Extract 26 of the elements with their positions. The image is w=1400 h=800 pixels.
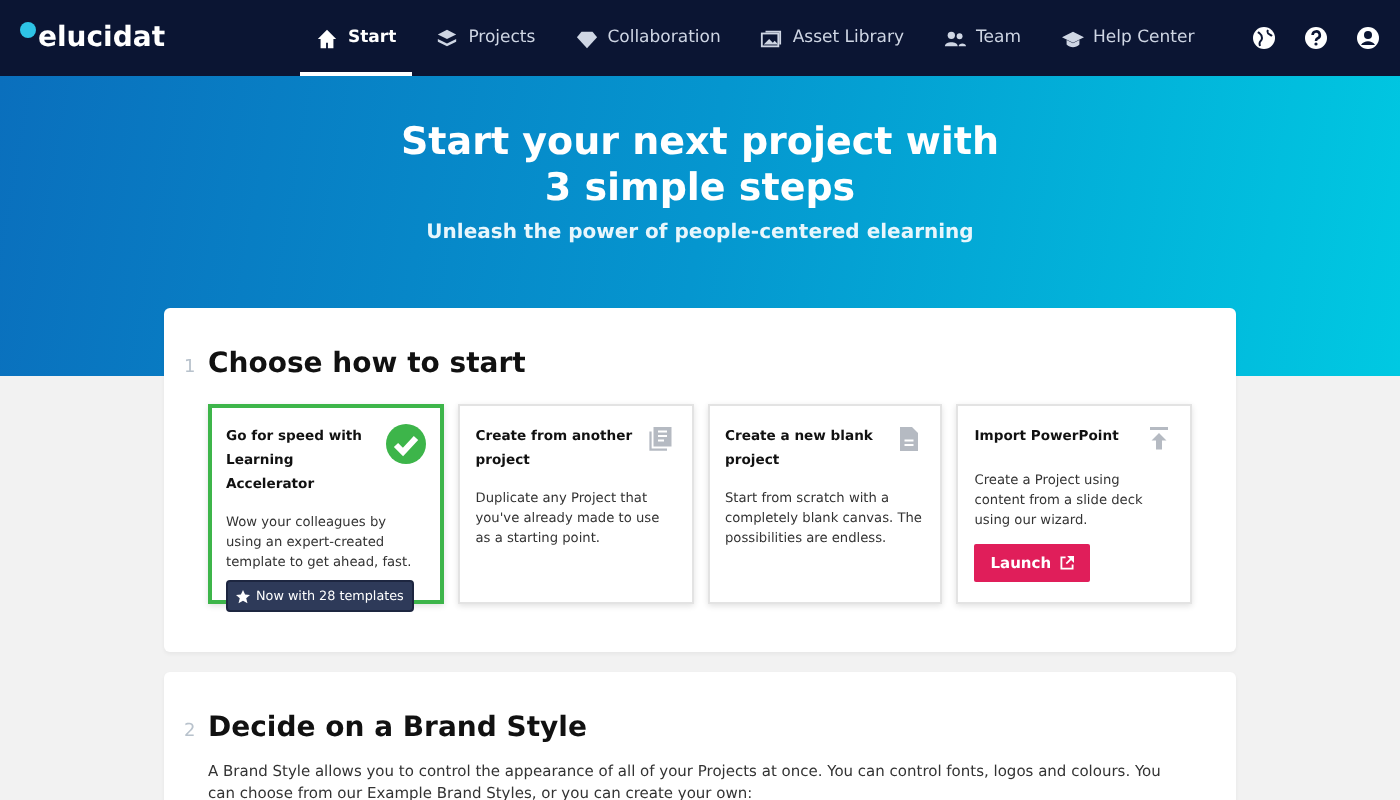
step-number: 1	[184, 358, 196, 378]
step-title: Choose how to start	[208, 348, 526, 380]
graduation-cap-icon	[1061, 27, 1083, 49]
user-icon[interactable]	[1356, 26, 1380, 50]
nav-tab[interactable]: Asset Library	[744, 0, 921, 76]
layers-icon	[436, 27, 459, 49]
people-icon	[944, 27, 967, 49]
upload-icon	[1144, 424, 1174, 454]
hero-subtitle: Unleash the power of people-centered elearning	[426, 222, 974, 244]
brand-name: elucidat	[38, 22, 166, 54]
step-title: Decide on a Brand Style	[208, 712, 587, 744]
star-icon	[236, 589, 250, 603]
nav-tab[interactable]: Collaboration	[559, 0, 737, 76]
images-icon	[760, 27, 783, 49]
logo-icon	[20, 22, 36, 38]
nav-tab[interactable]: Team	[928, 0, 1037, 76]
help-icon[interactable]	[1304, 26, 1328, 50]
diamond-icon	[575, 27, 598, 49]
step-number: 2	[184, 722, 196, 742]
documents-icon	[645, 424, 675, 454]
home-icon	[316, 27, 338, 49]
nav-tab[interactable]: Help Center	[1045, 0, 1211, 76]
globe-icon[interactable]	[1252, 26, 1276, 50]
hero-title: Start your next project with 3 simple steps	[400, 120, 1000, 212]
nav-tab[interactable]: Projects	[420, 0, 552, 76]
external-link-icon	[1059, 556, 1074, 570]
